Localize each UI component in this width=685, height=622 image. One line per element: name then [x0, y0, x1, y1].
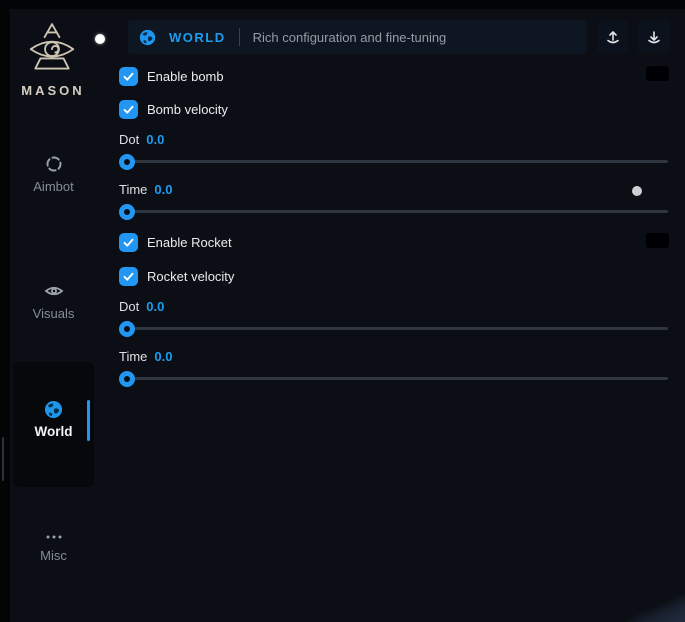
enable-rocket-checkbox[interactable] [119, 233, 138, 252]
sidebar-item-label: World [35, 424, 73, 439]
dot-slider-thumb[interactable] [119, 154, 135, 170]
cursor-dot [95, 34, 105, 44]
page-title: WORLD [169, 30, 226, 45]
header-divider [239, 28, 240, 46]
slider-value: 0.0 [146, 299, 164, 314]
checkbox-label: Rocket velocity [147, 269, 234, 284]
active-tab-indicator [87, 400, 90, 441]
eye-icon [44, 282, 64, 300]
page-header: WORLD Rich configuration and fine-tuning [128, 20, 587, 54]
rocket-velocity-checkbox[interactable] [119, 267, 138, 286]
export-config-button[interactable] [597, 21, 628, 53]
slider-label: Time [119, 349, 147, 364]
enable-bomb-checkbox[interactable] [119, 67, 138, 86]
checkbox-row: Enable Rocket [119, 232, 232, 252]
crosshair-icon [45, 155, 63, 173]
sidebar-item-label: Misc [40, 548, 67, 563]
sidebar-item-world[interactable]: World [13, 362, 94, 487]
sidebar-item-label: Visuals [33, 306, 75, 321]
slider-label: Dot [119, 299, 139, 314]
dot-slider-thumb[interactable] [119, 321, 135, 337]
slider-value: 0.0 [154, 349, 172, 364]
time-slider-thumb[interactable] [119, 204, 135, 220]
left-edge-notch [2, 437, 4, 481]
particle-dot [632, 186, 642, 196]
checkbox-row: Enable bomb [119, 66, 224, 86]
download-icon [646, 29, 662, 45]
slider-label-row: Dot 0.0 [119, 299, 164, 315]
globe-icon [139, 29, 156, 46]
rocket-color-swatch[interactable] [646, 233, 669, 248]
check-icon [121, 102, 136, 117]
slider-value: 0.0 [146, 132, 164, 147]
slider-value: 0.0 [154, 182, 172, 197]
check-icon [121, 235, 136, 250]
time-slider-track[interactable] [119, 377, 668, 380]
checkbox-label: Enable Rocket [147, 235, 232, 250]
slider-label: Time [119, 182, 147, 197]
mason-logo-icon [27, 22, 77, 80]
corner-highlight [625, 594, 685, 622]
window-left-edge [0, 9, 10, 622]
app-window: MASON Aimbot Visuals World [0, 0, 685, 622]
bomb-velocity-checkbox[interactable] [119, 100, 138, 119]
sidebar-item-label: Aimbot [33, 179, 73, 194]
bomb-color-swatch[interactable] [646, 66, 669, 81]
brand-name: MASON [13, 83, 93, 98]
check-icon [121, 269, 136, 284]
check-icon [121, 69, 136, 84]
time-slider-thumb[interactable] [119, 371, 135, 387]
checkbox-row: Rocket velocity [119, 266, 234, 286]
import-config-button[interactable] [638, 21, 670, 53]
dot-slider-track[interactable] [119, 327, 668, 330]
checkbox-label: Bomb velocity [147, 102, 228, 117]
sidebar-item-visuals[interactable]: Visuals [13, 282, 94, 321]
slider-label: Dot [119, 132, 139, 147]
slider-label-row: Dot 0.0 [119, 132, 164, 148]
globe-icon [44, 400, 63, 419]
window-top-edge [0, 0, 685, 9]
sidebar-item-misc[interactable]: Misc [13, 532, 94, 563]
page-subtitle: Rich configuration and fine-tuning [253, 30, 447, 45]
slider-label-row: Time 0.0 [119, 349, 172, 365]
upload-icon [605, 29, 621, 45]
sidebar-item-aimbot[interactable]: Aimbot [13, 155, 94, 194]
ellipsis-icon [44, 532, 64, 542]
checkbox-row: Bomb velocity [119, 99, 228, 119]
dot-slider-track[interactable] [119, 160, 668, 163]
slider-label-row: Time 0.0 [119, 182, 172, 198]
time-slider-track[interactable] [119, 210, 668, 213]
checkbox-label: Enable bomb [147, 69, 224, 84]
